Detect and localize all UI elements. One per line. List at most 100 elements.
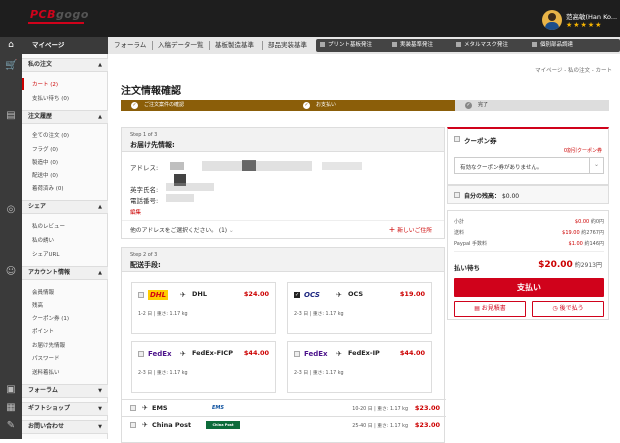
nav-forum[interactable]: フォーラム — [114, 37, 146, 54]
new-address-text: 新しいご住所 — [397, 228, 432, 234]
divider — [122, 220, 444, 221]
shipping-option-dhl[interactable]: DHL ✈ DHL $24.00 1-2 日 | 重さ: 1.17 kg — [131, 282, 276, 334]
sidebar-item-coupons[interactable]: クーポン券 (1) — [32, 314, 69, 322]
due-value: $20.00 約2913円 — [538, 260, 602, 270]
shipping-option-fedex-ip[interactable]: FedEx ✈ FedEx-IP $44.00 2-3 日 | 重さ: 1.17… — [287, 341, 432, 393]
pay-button[interactable]: 支払い — [454, 278, 604, 297]
chevron-down-icon: ▼ — [98, 406, 102, 412]
paypal-row: Paypal 手数料 $1.00 約146円 — [454, 240, 604, 247]
sidebar-item-cod[interactable]: 送料着払い — [32, 368, 60, 376]
user-menu[interactable]: 范高敏(Han Ko... ★★★★★ — [542, 8, 620, 32]
sidebar: 私の注文 ▲ カート (2) 支払い待ち (0) 注文履歴 ▲ 全ての注文 (0) … — [22, 54, 108, 439]
due-usd: $20.00 — [538, 260, 573, 270]
nav-mypage[interactable]: マイページ — [22, 37, 108, 54]
checkbox[interactable] — [294, 351, 300, 357]
user-name: 范高敏(Han Ko... — [566, 13, 618, 21]
sidebar-item-share-url[interactable]: シェアURL — [32, 250, 59, 258]
quote-label: お見積書 — [481, 305, 506, 312]
progress-bar: ✓ ご注文案件の確認 ✓ お支払い ✓ 完了 — [121, 100, 609, 111]
subtotal-row: 小計 $0.00 約0円 — [454, 218, 604, 225]
nav-main: フォーラム 入稿データ一覧 基板製造基準 部品実装基準 プリント基板発注 実装基… — [108, 37, 620, 54]
sidebar-item-address[interactable]: お届け先情報 — [32, 341, 65, 349]
checkbox[interactable] — [130, 405, 136, 411]
shipping-address-card: Step 1 of 3 お届け先情報: アドレス: 英字氏名: 電話番号: 編集… — [121, 127, 445, 239]
checkbox[interactable] — [454, 192, 460, 198]
nav-order-group: プリント基板発注 実装基準発注 メタルマスク発注 個別部品調達 — [316, 39, 620, 52]
redacted-text — [166, 183, 214, 191]
other-address-count: (1) — [218, 228, 228, 234]
new-address-link[interactable]: + 新しいご住所 — [389, 225, 432, 234]
pay-later-button[interactable]: ◷ 後で払う — [532, 301, 604, 317]
sidebar-item-my-invites[interactable]: 私の誘い — [32, 236, 54, 244]
other-address-select[interactable]: 他のアドレスをご選択ください。 (1) ⌄ — [130, 225, 234, 234]
sidebar-item-balance[interactable]: 残高 — [32, 301, 43, 309]
address-label: アドレス: — [130, 164, 159, 172]
contact-icon[interactable]: ✎ — [5, 420, 17, 432]
forum-icon[interactable]: ▣ — [5, 384, 17, 396]
nav-pcb-order[interactable]: プリント基板発注 — [320, 39, 372, 52]
nav-assembly-standard[interactable]: 部品実装基準 — [268, 37, 307, 54]
sidebar-item-password[interactable]: パスワード — [32, 354, 60, 362]
balance-label: 自分の残高： — [464, 193, 501, 200]
logo-text-a: PCB — [30, 8, 57, 21]
shipping-option-ems[interactable]: ✈ EMS EMS 10-20 日 | 重さ: 1.17 kg $23.00 — [122, 399, 446, 416]
sidebar-section-contact[interactable]: お問い合わせ ▼ — [22, 420, 108, 434]
quote-button[interactable]: ▤ お見積書 — [454, 301, 526, 317]
step-title: 配送手段: — [130, 261, 161, 269]
sidebar-item-pending[interactable]: 支払い待ち (0) — [32, 94, 69, 102]
progress-step-2: ✓ お支払い — [293, 100, 455, 111]
checkbox[interactable] — [138, 292, 144, 298]
nav-data-list[interactable]: 入稿データ一覧 — [158, 37, 204, 54]
option-price: $24.00 — [243, 290, 269, 298]
shipping-option-china-post[interactable]: ✈ China Post China Post 25-40 日 | 重さ: 1.… — [122, 416, 446, 433]
sidebar-section-my-orders[interactable]: 私の注文 ▲ — [22, 58, 108, 72]
checkbox[interactable] — [454, 136, 460, 142]
shipping-option-ocs[interactable]: OCS ✈ OCS $19.00 2-3 日 | 重さ: 1.17 kg — [287, 282, 432, 334]
gift-icon[interactable]: ▦ — [5, 402, 17, 414]
other-address-text: 他のアドレスをご選択ください。 — [130, 228, 217, 234]
history-icon[interactable]: ▤ — [5, 110, 17, 122]
redacted-text — [170, 162, 184, 170]
home-icon[interactable]: ⌂ — [0, 37, 22, 54]
section-title: アカウント情報 — [28, 269, 71, 276]
sidebar-item-my-reviews[interactable]: 私のレビュー — [32, 222, 65, 230]
nav-parts-order[interactable]: 個別部品調達 — [532, 39, 573, 52]
sidebar-item-shipping[interactable]: 配送中 (0) — [32, 171, 58, 179]
option-name: DHL — [192, 290, 207, 298]
sidebar-item-all-orders[interactable]: 全ての注文 (0) — [32, 131, 69, 139]
checkbox-checked[interactable] — [294, 292, 300, 298]
coupon-count-link[interactable]: 0割引クーポン券 — [564, 147, 602, 154]
share-icon[interactable]: ◎ — [5, 204, 17, 216]
nav-stencil-order[interactable]: メタルマスク発注 — [456, 39, 508, 52]
sidebar-section-history[interactable]: 注文履歴 ▲ — [22, 110, 108, 124]
active-indicator — [22, 78, 24, 90]
edit-link[interactable]: 編集 — [130, 208, 141, 216]
sidebar-item-cart[interactable]: カート (2) — [32, 80, 58, 88]
shipping-option-fedex-ficp[interactable]: FedEx ✈ FedEx-FICP $44.00 2-3 日 | 重さ: 1.… — [131, 341, 276, 393]
nav-pcb-standard[interactable]: 基板製造基準 — [215, 37, 254, 54]
cart-icon[interactable]: 🛒 — [5, 60, 17, 72]
shipping-row: 送料 $19.00 約2767円 — [454, 229, 604, 236]
account-icon[interactable]: ☺ — [5, 266, 17, 278]
sidebar-item-points[interactable]: ポイント — [32, 327, 54, 335]
coupon-select[interactable]: 有効なクーポン券がありません。 ⌄ — [454, 157, 604, 174]
rating-stars: ★★★★★ — [566, 21, 603, 29]
progress-step-label: 完了 — [478, 102, 489, 108]
section-title: 私の注文 — [28, 61, 53, 68]
sidebar-section-forum[interactable]: フォーラム ▼ — [22, 384, 108, 398]
sidebar-item-delivered[interactable]: 着荷済み (0) — [32, 184, 64, 192]
shipping-label: 送料 — [454, 230, 465, 236]
sidebar-item-member-info[interactable]: 会員情報 — [32, 288, 54, 296]
redacted-text — [202, 161, 312, 171]
sidebar-item-flag[interactable]: フラグ (0) — [32, 145, 58, 153]
section-title: フォーラム — [28, 387, 58, 394]
nav-assembly-order[interactable]: 実装基準発注 — [392, 39, 433, 52]
checkbox[interactable] — [130, 422, 136, 428]
sidebar-section-account[interactable]: アカウント情報 ▲ — [22, 266, 108, 280]
sidebar-section-gift[interactable]: ギフトショップ ▼ — [22, 402, 108, 416]
logo[interactable]: PCBgogo — [30, 8, 89, 21]
checkbox[interactable] — [138, 351, 144, 357]
sidebar-section-share[interactable]: シェア ▲ — [22, 200, 108, 214]
option-price: $19.00 — [399, 290, 425, 298]
sidebar-item-manufacturing[interactable]: 製造中 (0) — [32, 158, 58, 166]
